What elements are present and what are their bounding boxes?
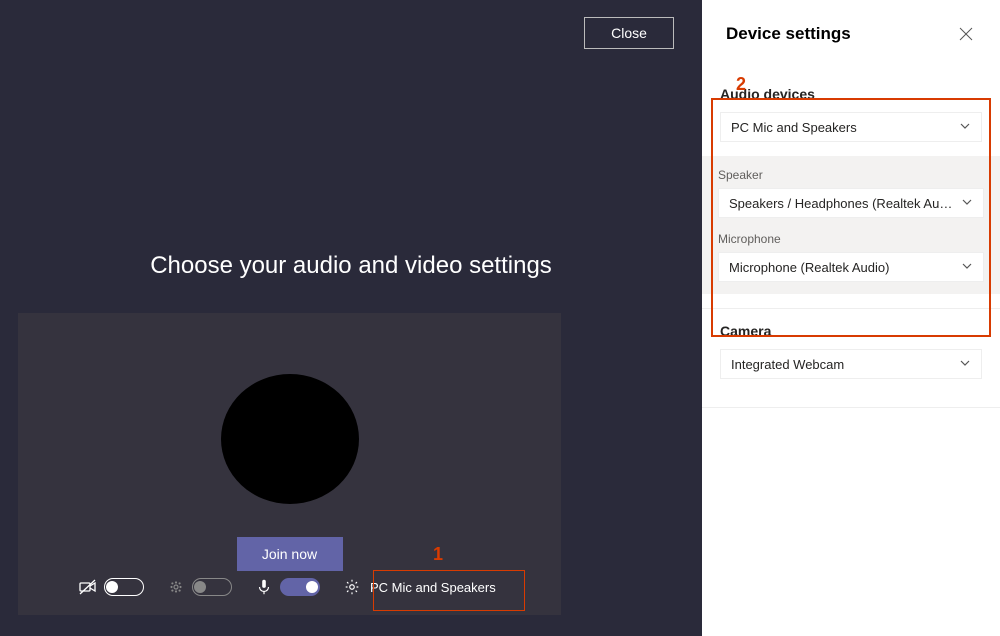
speaker-select[interactable]: Speakers / Headphones (Realtek Aud… (718, 188, 984, 218)
background-control (166, 577, 232, 597)
background-toggle[interactable] (192, 578, 232, 596)
audio-devices-select[interactable]: PC Mic and Speakers (720, 112, 982, 142)
gear-icon (342, 577, 362, 597)
mic-toggle[interactable] (280, 578, 320, 596)
camera-section: Camera Integrated Webcam (702, 308, 1000, 393)
speaker-section: Speaker Speakers / Headphones (Realtek A… (718, 168, 984, 218)
chevron-down-icon (959, 357, 971, 372)
device-settings-title: Device settings (726, 24, 851, 44)
device-settings-label: PC Mic and Speakers (370, 580, 496, 595)
camera-label: Camera (720, 323, 982, 339)
speaker-mic-block: Speaker Speakers / Headphones (Realtek A… (702, 156, 1000, 294)
audio-devices-label: Audio devices (720, 86, 982, 102)
close-settings-button[interactable] (956, 24, 976, 44)
microphone-select[interactable]: Microphone (Realtek Audio) (718, 252, 984, 282)
background-blur-icon (166, 577, 186, 597)
chevron-down-icon (959, 120, 971, 135)
device-settings-header: Device settings (702, 24, 1000, 44)
audio-devices-section: Audio devices PC Mic and Speakers (702, 72, 1000, 156)
controls-row: PC Mic and Speakers (18, 567, 561, 607)
prejoin-heading: Choose your audio and video settings (0, 252, 702, 280)
device-settings-panel: Device settings 2 Audio devices PC Mic a… (702, 0, 1000, 636)
audio-devices-value: PC Mic and Speakers (731, 120, 857, 135)
camera-value: Integrated Webcam (731, 357, 844, 372)
microphone-icon (254, 577, 274, 597)
device-settings-button[interactable]: PC Mic and Speakers (342, 577, 496, 597)
camera-off-icon (78, 577, 98, 597)
prejoin-panel: Close Choose your audio and video settin… (0, 0, 702, 636)
camera-toggle[interactable] (104, 578, 144, 596)
microphone-label: Microphone (718, 232, 984, 246)
camera-select[interactable]: Integrated Webcam (720, 349, 982, 379)
speaker-value: Speakers / Headphones (Realtek Aud… (729, 196, 955, 211)
speaker-label: Speaker (718, 168, 984, 182)
chevron-down-icon (961, 196, 973, 211)
chevron-down-icon (961, 260, 973, 275)
microphone-section: Microphone Microphone (Realtek Audio) (718, 232, 984, 282)
mic-control (254, 577, 320, 597)
video-preview-card: Join now (18, 313, 561, 615)
close-icon (959, 27, 973, 41)
avatar-placeholder (221, 374, 359, 504)
microphone-value: Microphone (Realtek Audio) (729, 260, 889, 275)
close-button[interactable]: Close (584, 17, 674, 49)
annotation-marker-1: 1 (433, 544, 443, 565)
join-now-button[interactable]: Join now (237, 537, 343, 571)
camera-control (78, 577, 144, 597)
section-divider (702, 407, 1000, 408)
